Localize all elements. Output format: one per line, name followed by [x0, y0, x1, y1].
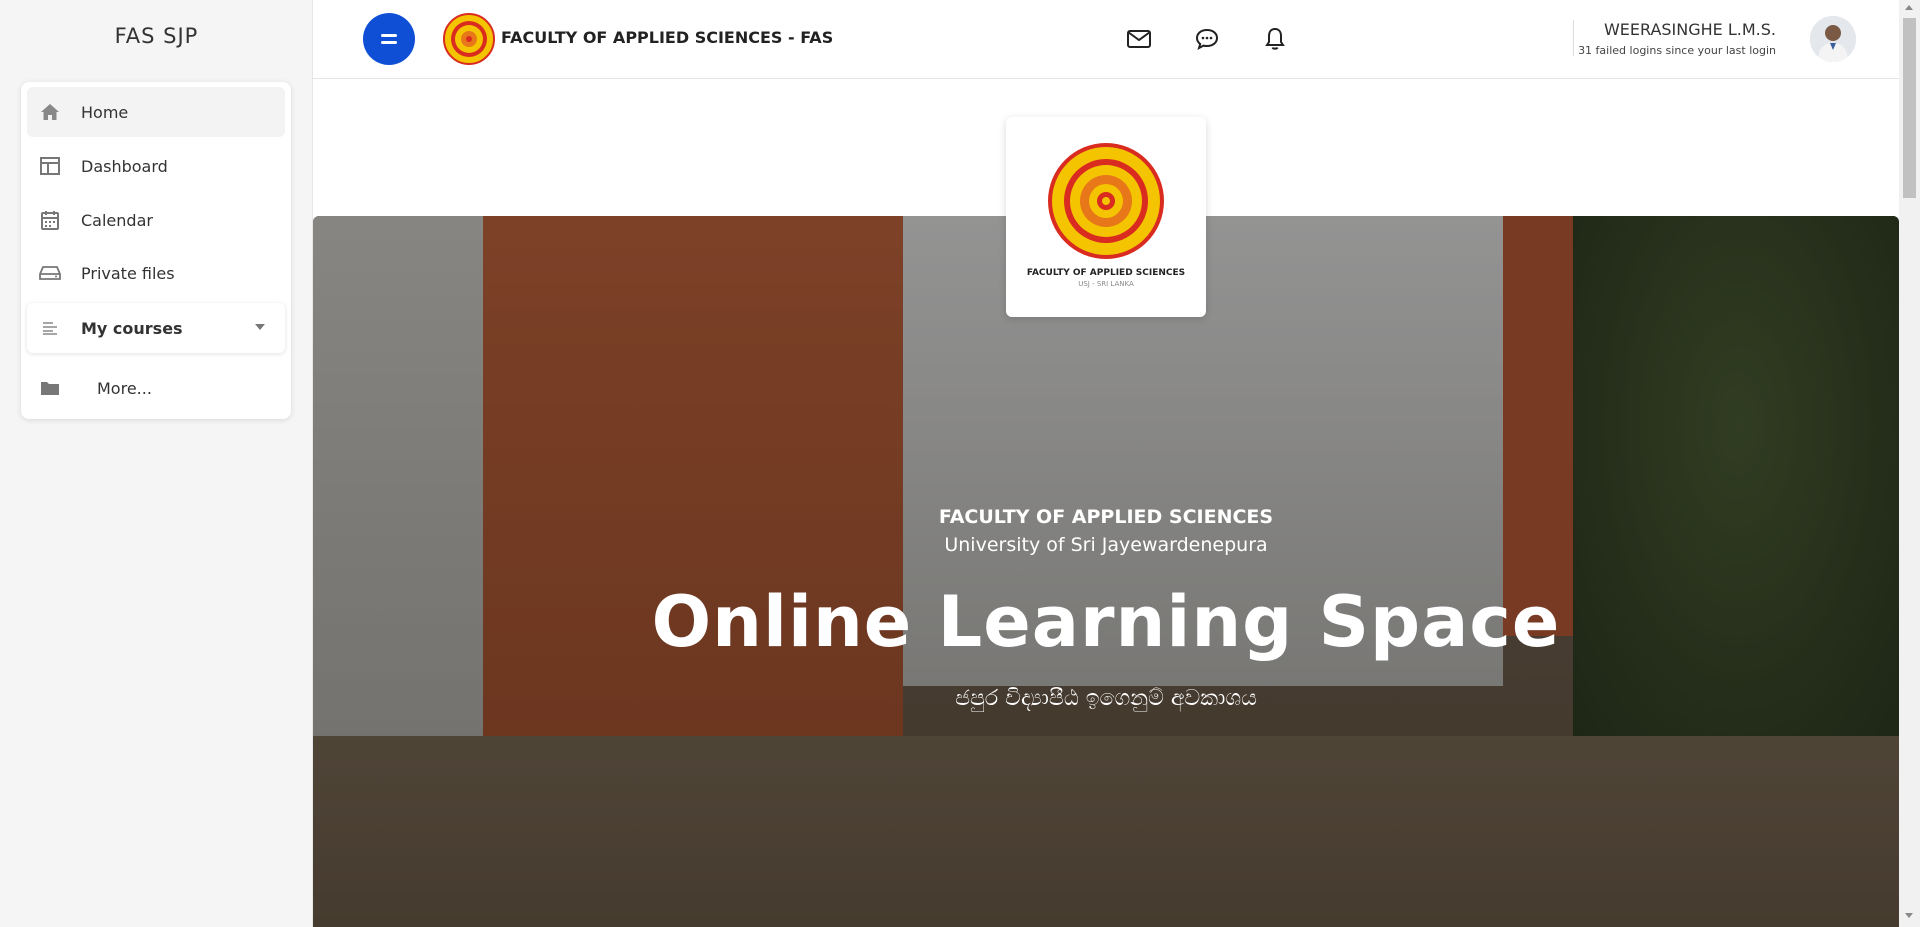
nav-item-label: My courses: [81, 318, 183, 338]
logo-subcaption: USJ - SRI LANKA: [1078, 280, 1134, 288]
hero-sinhala-title: ජපුර විද්‍යාපීඨ ඉගෙනුම් අවකාශය: [955, 686, 1257, 711]
nav-item-label: Calendar: [81, 210, 153, 230]
nav-item-private-files[interactable]: Private files: [27, 248, 285, 298]
menu-toggle-button[interactable]: [363, 13, 415, 65]
logo-card: FACULTY OF APPLIED SCIENCES USJ - SRI LA…: [1006, 117, 1206, 317]
user-name[interactable]: WEERASINGHE L.M.S.: [1604, 20, 1776, 39]
nav-item-my-courses[interactable]: My courses: [27, 303, 285, 353]
list-icon: [39, 317, 61, 339]
nav-item-more[interactable]: More...: [27, 363, 285, 413]
failed-logins-notice: 31 failed logins since your last login: [1578, 44, 1776, 57]
hero-banner: FACULTY OF APPLIED SCIENCES University o…: [313, 216, 1899, 927]
nav-item-dashboard[interactable]: Dashboard: [27, 141, 285, 191]
chat-icon[interactable]: [1193, 26, 1221, 52]
hero-faculty-name: FACULTY OF APPLIED SCIENCES: [938, 506, 1274, 528]
mail-icon[interactable]: [1125, 26, 1153, 52]
sidebar: FAS SJP Home Dashboard Calendar Private …: [0, 0, 313, 927]
dashboard-icon: [39, 155, 61, 177]
scroll-up-icon[interactable]: [1905, 5, 1913, 10]
nav-item-calendar[interactable]: Calendar: [27, 195, 285, 245]
nav-menu: Home Dashboard Calendar Private files My…: [21, 82, 291, 419]
menu-icon: [381, 34, 397, 37]
bell-icon[interactable]: [1261, 26, 1289, 52]
brand-title[interactable]: FAS SJP: [0, 24, 313, 48]
header-divider: [1573, 20, 1574, 56]
logo-caption: FACULTY OF APPLIED SCIENCES: [1026, 268, 1186, 278]
avatar[interactable]: [1810, 16, 1856, 62]
faculty-logo[interactable]: [443, 13, 495, 65]
nav-item-label: Private files: [81, 263, 175, 283]
faculty-emblem-icon: [1048, 143, 1164, 259]
menu-icon: [381, 41, 397, 44]
nav-item-label: Home: [81, 102, 129, 122]
folder-icon: [39, 377, 61, 399]
nav-item-home[interactable]: Home: [27, 87, 285, 137]
chevron-down-icon[interactable]: [255, 324, 265, 330]
scrollbar-thumb[interactable]: [1903, 18, 1916, 198]
hero-university-name: University of Sri Jayewardenepura: [944, 534, 1268, 556]
site-name[interactable]: FACULTY OF APPLIED SCIENCES - FAS: [501, 28, 833, 47]
top-header: FACULTY OF APPLIED SCIENCES - FAS WEERAS…: [313, 0, 1900, 79]
hero-title: Online Learning Space: [651, 581, 1561, 663]
nav-item-label: More...: [97, 378, 152, 398]
drive-icon: [39, 262, 61, 284]
calendar-icon: [39, 209, 61, 231]
nav-item-label: Dashboard: [81, 156, 168, 176]
home-icon: [39, 101, 61, 123]
page-scrollbar[interactable]: [1899, 0, 1920, 927]
scroll-down-icon[interactable]: [1905, 913, 1913, 918]
